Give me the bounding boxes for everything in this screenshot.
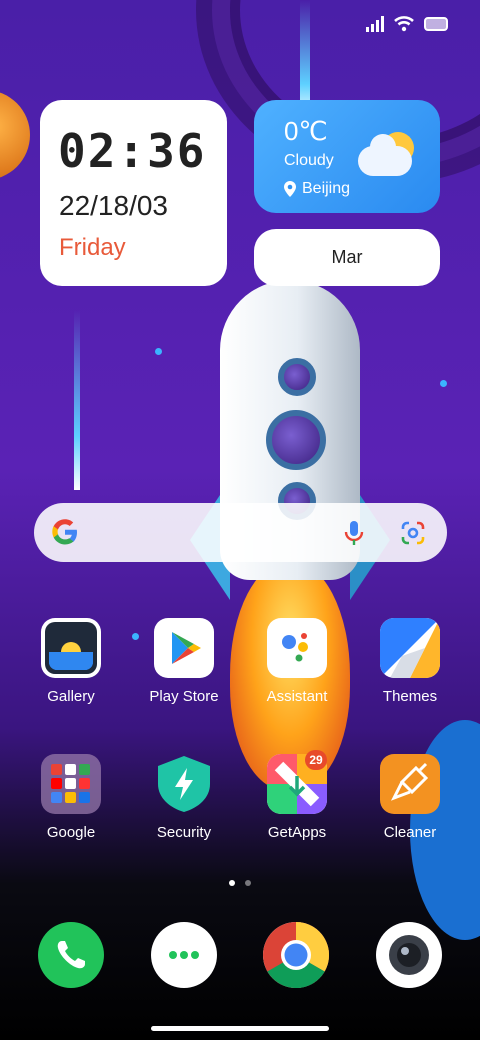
clock-time: 02:36	[58, 124, 207, 178]
wallpaper-planet-left	[0, 90, 30, 180]
signal-icon	[366, 16, 384, 32]
app-google-folder[interactable]: Google	[21, 754, 121, 841]
weather-location-label: Beijing	[302, 180, 351, 197]
cloud-icon	[358, 134, 412, 176]
dock-chrome[interactable]	[263, 922, 330, 989]
camera-icon	[389, 935, 429, 975]
notification-badge: 29	[305, 750, 327, 770]
app-label: Play Store	[149, 688, 219, 705]
app-gallery[interactable]: Gallery	[21, 618, 121, 705]
app-label: Google	[46, 824, 96, 841]
calendar-month: Mar	[331, 247, 363, 267]
gallery-icon	[41, 618, 101, 678]
battery-icon	[424, 17, 448, 31]
clock-day: Friday	[59, 234, 126, 261]
dock-phone[interactable]	[38, 922, 104, 988]
rocket-window	[266, 410, 326, 470]
weather-location: Beijing	[284, 180, 350, 198]
rocket-window	[278, 358, 316, 396]
cleaner-broom-icon	[380, 754, 440, 814]
play-store-icon	[154, 618, 214, 678]
app-label: Security	[156, 824, 212, 841]
dock-messages[interactable]	[151, 922, 217, 988]
app-label: GetApps	[267, 824, 327, 841]
clock-date: 22/18/03	[59, 190, 168, 221]
google-lens-icon[interactable]	[400, 520, 426, 546]
app-getapps[interactable]: 29 GetApps	[247, 750, 347, 841]
wifi-icon	[394, 16, 414, 32]
phone-icon	[57, 941, 85, 969]
dock-camera[interactable]	[376, 922, 442, 988]
app-label: Themes	[382, 688, 438, 705]
security-shield-icon	[154, 754, 214, 814]
google-g-icon	[52, 519, 77, 545]
assistant-icon	[267, 618, 327, 678]
google-folder-icon	[41, 754, 101, 814]
messages-icon	[169, 951, 199, 959]
location-pin-icon	[284, 181, 296, 197]
home-indicator[interactable]	[151, 1026, 329, 1031]
page-indicator[interactable]	[229, 880, 251, 886]
app-play-store[interactable]: Play Store	[134, 618, 234, 705]
weather-temperature: 0℃	[284, 116, 328, 146]
app-assistant[interactable]: Assistant	[247, 618, 347, 705]
app-cleaner[interactable]: Cleaner	[360, 754, 460, 841]
page-dot	[245, 880, 251, 886]
themes-icon	[380, 618, 440, 678]
app-label: Assistant	[266, 688, 328, 705]
microphone-icon[interactable]	[342, 519, 366, 547]
chrome-icon	[263, 922, 330, 989]
page-dot-active	[229, 880, 235, 886]
status-bar	[366, 16, 448, 32]
weather-widget[interactable]: 0℃ Cloudy Beijing	[254, 100, 440, 213]
app-themes[interactable]: Themes	[360, 618, 460, 705]
app-security[interactable]: Security	[134, 754, 234, 841]
calendar-widget[interactable]: Mar	[254, 229, 440, 286]
weather-condition: Cloudy	[284, 152, 334, 169]
wallpaper-star	[155, 348, 162, 355]
wallpaper-star	[440, 380, 447, 387]
wallpaper-ray	[74, 310, 80, 490]
app-label: Cleaner	[383, 824, 437, 841]
google-search-bar[interactable]	[34, 503, 447, 562]
clock-widget[interactable]: 02:36 22/18/03 Friday	[40, 100, 227, 286]
app-label: Gallery	[47, 688, 95, 705]
